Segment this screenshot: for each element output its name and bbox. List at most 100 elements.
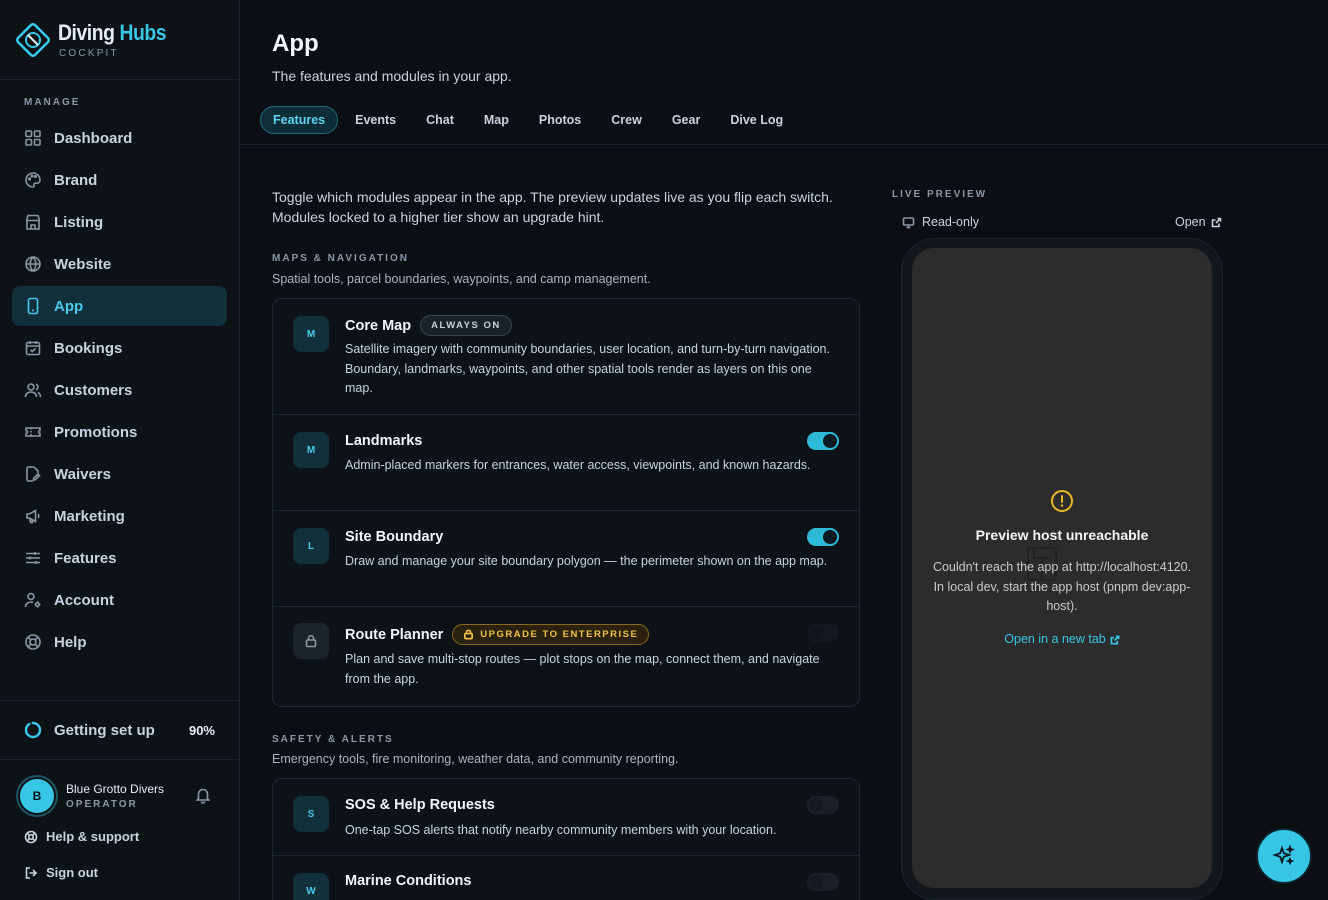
bell-icon[interactable] — [194, 786, 212, 804]
sos-toggle[interactable] — [807, 796, 839, 814]
feature-badge: L — [293, 528, 329, 564]
setup-percent: 90% — [188, 722, 215, 738]
feature-badge: M — [293, 316, 329, 352]
feature-title: Core Map ALWAYS ON — [345, 315, 512, 336]
feature-description: Admin-placed markers for entrances, wate… — [345, 458, 811, 472]
user-gear-icon — [24, 592, 41, 608]
maps-feature-card: M Core Map ALWAYS ON Satellite imagery w… — [272, 298, 860, 707]
sign-out-icon — [25, 866, 38, 879]
feature-row-landmarks: M Landmarks Admin-placed markers for ent… — [273, 415, 859, 511]
grid-icon — [25, 130, 41, 146]
external-link-icon — [1211, 217, 1221, 227]
sidebar-item-label: Promotions — [54, 423, 138, 441]
tab-dive-log[interactable]: Dive Log — [717, 106, 796, 134]
site-boundary-toggle[interactable] — [807, 528, 839, 546]
sign-out-label: Sign out — [46, 865, 98, 880]
feature-row-route-planner: Route Planner UPGRADE TO ENTERPRISE Plan… — [273, 607, 859, 706]
feature-row-site-boundary: L Site Boundary Draw and manage your sit… — [273, 511, 859, 607]
sparkles-icon — [1272, 844, 1295, 866]
sidebar-item-features[interactable]: Features — [12, 538, 227, 578]
sidebar-item-dashboard[interactable]: Dashboard — [12, 118, 227, 158]
setup-label: Getting set up — [54, 721, 155, 739]
tab-features[interactable]: Features — [260, 106, 339, 134]
upgrade-to-enterprise-badge[interactable]: UPGRADE TO ENTERPRISE — [452, 624, 650, 645]
open-preview-link[interactable]: Open — [1175, 215, 1222, 229]
manage-section-label: MANAGE — [24, 97, 81, 108]
route-planner-toggle[interactable] — [807, 624, 839, 642]
sidebar-item-help[interactable]: Help — [12, 622, 227, 662]
category-label-safety: SAFETY & ALERTS — [272, 734, 394, 745]
sidebar-item-customers[interactable]: Customers — [12, 370, 227, 410]
feature-badge-locked — [293, 623, 329, 659]
sidebar-item-waivers[interactable]: Waivers — [12, 454, 227, 494]
sidebar-item-promotions[interactable]: Promotions — [12, 412, 227, 452]
live-preview-label: LIVE PREVIEW — [892, 189, 988, 200]
warning-circle-icon — [1051, 490, 1073, 512]
sidebar-item-account[interactable]: Account — [12, 580, 227, 620]
sidebar-item-website[interactable]: Website — [12, 244, 227, 284]
sidebar-item-listing[interactable]: Listing — [12, 202, 227, 242]
ticket-icon — [25, 427, 41, 437]
user-role: OPERATOR — [66, 799, 138, 810]
marine-conditions-toggle[interactable] — [807, 873, 839, 891]
page-header: App The features and modules in your app… — [240, 0, 1328, 145]
sidebar-item-app[interactable]: App — [12, 286, 227, 326]
category-description-maps: Spatial tools, parcel boundaries, waypoi… — [272, 272, 651, 286]
tab-chat[interactable]: Chat — [413, 106, 467, 134]
ai-assistant-button[interactable] — [1256, 828, 1312, 884]
monitor-icon — [902, 216, 915, 228]
sidebar-item-label: App — [54, 297, 84, 315]
sidebar-item-label: Customers — [54, 381, 133, 399]
store-icon — [25, 214, 41, 230]
tab-photos[interactable]: Photos — [526, 106, 594, 134]
lifebuoy-icon — [25, 634, 41, 650]
sidebar-item-label: Marketing — [54, 507, 125, 525]
landmarks-toggle[interactable] — [807, 432, 839, 450]
help-support-link[interactable]: Help & support — [24, 829, 139, 844]
sign-out-link[interactable]: Sign out — [24, 865, 98, 880]
feature-description: Satellite imagery with community boundar… — [345, 342, 830, 395]
sidebar-item-label: Dashboard — [54, 129, 133, 147]
tab-gear[interactable]: Gear — [659, 106, 714, 134]
sidebar-item-label: Website — [54, 255, 112, 273]
user-profile[interactable]: B Blue Grotto Divers OPERATOR — [18, 776, 218, 816]
sidebar-item-label: Waivers — [54, 465, 111, 483]
tab-crew[interactable]: Crew — [598, 106, 655, 134]
tab-bar: Features Events Chat Map Photos Crew Gea… — [260, 106, 800, 134]
tab-events[interactable]: Events — [342, 106, 409, 134]
globe-icon — [25, 256, 41, 272]
open-in-new-tab-link[interactable]: Open in a new tab — [912, 632, 1212, 646]
feature-title: Marine Conditions — [345, 873, 472, 889]
user-name: Blue Grotto Divers — [66, 782, 165, 796]
brand-subtitle: COCKPIT — [59, 48, 119, 59]
brand-header[interactable]: Diving Hubs COCKPIT — [0, 0, 239, 80]
lock-icon — [305, 634, 317, 648]
preview-error-title: Preview host unreachable — [975, 527, 1149, 543]
feature-row-sos: S SOS & Help Requests One-tap SOS alerts… — [273, 779, 859, 856]
feature-description: One-tap SOS alerts that notify nearby co… — [345, 823, 777, 837]
external-link-icon — [1110, 635, 1120, 645]
page-subtitle: The features and modules in your app. — [272, 68, 512, 84]
sidebar-item-brand[interactable]: Brand — [12, 160, 227, 200]
feature-title: Route Planner UPGRADE TO ENTERPRISE — [345, 624, 650, 645]
sidebar-nav: Dashboard Brand Listing Website App Book… — [0, 118, 239, 662]
document-pen-icon — [26, 466, 41, 482]
sliders-icon — [26, 552, 40, 564]
feature-badge: W — [293, 873, 329, 900]
page-title: App — [272, 30, 319, 57]
feature-title: Site Boundary — [345, 529, 444, 545]
feature-row-core-map: M Core Map ALWAYS ON Satellite imagery w… — [273, 299, 859, 415]
users-icon — [24, 383, 42, 398]
intro-text: Toggle which modules appear in the app. … — [272, 189, 833, 225]
getting-set-up-progress[interactable]: Getting set up 90% — [0, 700, 239, 760]
feature-description: Draw and manage your site boundary polyg… — [345, 554, 828, 568]
calendar-icon — [25, 341, 41, 356]
safety-feature-card: S SOS & Help Requests One-tap SOS alerts… — [272, 778, 860, 900]
always-on-badge: ALWAYS ON — [420, 315, 512, 336]
sidebar-item-bookings[interactable]: Bookings — [12, 328, 227, 368]
sidebar-item-marketing[interactable]: Marketing — [12, 496, 227, 536]
sidebar-item-label: Listing — [54, 213, 104, 231]
lifebuoy-icon — [24, 830, 38, 843]
tab-map[interactable]: Map — [471, 106, 522, 134]
lock-icon — [464, 629, 474, 640]
